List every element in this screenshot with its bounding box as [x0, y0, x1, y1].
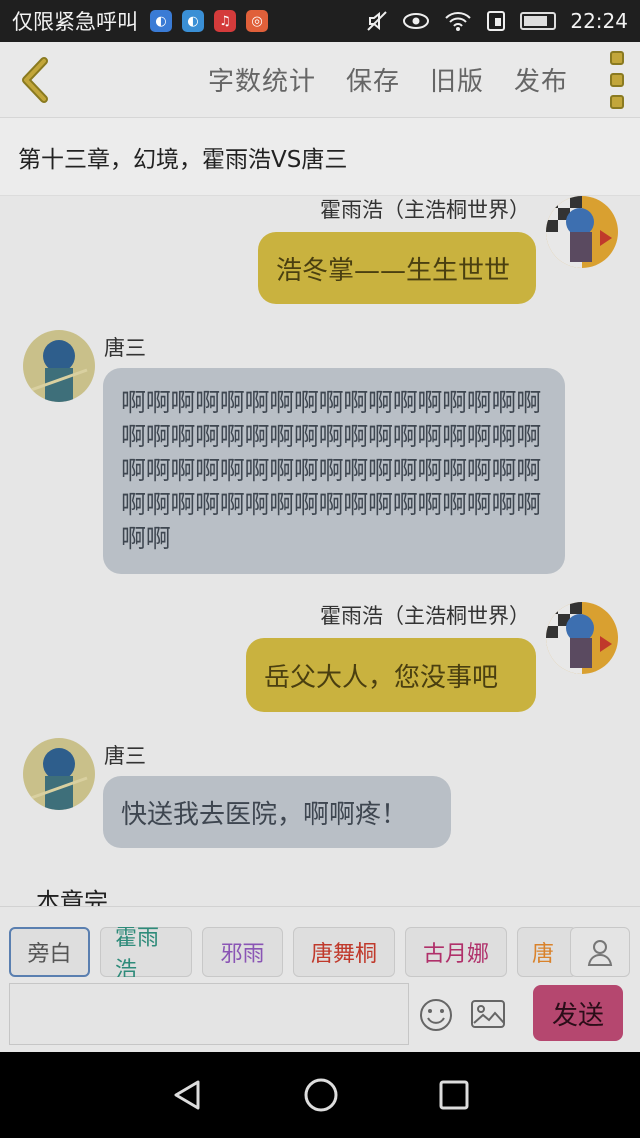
system-nav-bar [0, 1052, 640, 1138]
clock: 22:24 [570, 9, 628, 33]
avatar-huo-yuhao[interactable] [546, 602, 618, 674]
browser-icon: ◐ [182, 10, 204, 32]
old-version-button[interactable]: 旧版 [430, 61, 484, 98]
speaker-name: 霍雨浩（主浩桐世界） [320, 604, 530, 628]
eye-icon [403, 13, 430, 29]
back-button[interactable] [0, 42, 70, 118]
image-button[interactable] [470, 999, 506, 1033]
menu-dot-icon [610, 94, 624, 109]
browser-icon: ◐ [150, 10, 172, 32]
menu-dot-icon [610, 72, 624, 87]
character-selector: 旁白 霍雨浩 邪雨 唐舞桐 古月娜 唐 [9, 927, 579, 977]
speaker-name: 唐三 [104, 744, 146, 768]
speaker-name: 霍雨浩（主浩桐世界） [320, 198, 530, 222]
wifi-icon [445, 12, 472, 31]
chapter-end-text: 本章完 [36, 888, 108, 906]
sim-icon [487, 11, 506, 31]
avatar-huo-yuhao[interactable] [546, 196, 618, 268]
publish-button[interactable]: 发布 [514, 61, 568, 98]
chat-area[interactable]: 霍雨浩（主浩桐世界） 浩冬掌——生生世世 唐三 啊啊啊啊啊啊啊啊啊啊啊啊啊啊啊啊… [0, 196, 640, 906]
character-chip-narrator[interactable]: 旁白 [9, 927, 90, 977]
word-count-button[interactable]: 字数统计 [208, 61, 316, 98]
character-chip[interactable]: 古月娜 [405, 927, 507, 977]
speaker-name: 唐三 [104, 336, 146, 360]
music-icon: ♫ [214, 10, 236, 32]
message-bubble[interactable]: 快送我去医院，啊啊疼！ [103, 776, 451, 848]
smiley-icon [420, 999, 452, 1031]
avatar-tang-san[interactable] [23, 738, 95, 810]
character-chip[interactable]: 唐舞桐 [293, 927, 395, 977]
character-chip[interactable]: 邪雨 [202, 927, 283, 977]
message-input[interactable] [9, 983, 409, 1045]
carrier-text: 仅限紧急呼叫 [12, 10, 138, 34]
person-icon [587, 940, 613, 966]
notification-icons: ◐ ◐ ♫ ◎ [150, 10, 268, 32]
back-triangle-icon[interactable] [170, 1078, 204, 1112]
status-bar: 仅限紧急呼叫 ◐ ◐ ♫ ◎ 22:24 [0, 0, 640, 42]
top-toolbar: 字数统计 保存 旧版 发布 [0, 42, 640, 118]
message-bubble[interactable]: 啊啊啊啊啊啊啊啊啊啊啊啊啊啊啊啊啊啊啊啊啊啊啊啊啊啊啊啊啊啊啊啊啊啊啊啊啊啊啊啊… [103, 368, 565, 574]
chapter-title[interactable]: 第十三章，幻境，霍雨浩VS唐三 [0, 118, 640, 196]
add-character-button[interactable] [570, 927, 630, 977]
recents-square-icon[interactable] [438, 1079, 470, 1111]
app-icon: ◎ [246, 10, 268, 32]
more-menu-button[interactable] [594, 42, 640, 118]
character-chip[interactable]: 霍雨浩 [100, 927, 192, 977]
send-button[interactable]: 发送 [533, 985, 623, 1041]
home-circle-icon[interactable] [303, 1077, 339, 1113]
mute-icon [367, 11, 388, 31]
chevron-left-icon [22, 56, 48, 103]
image-icon [471, 1000, 505, 1028]
avatar-tang-san[interactable] [23, 330, 95, 402]
emoji-button[interactable] [418, 997, 454, 1037]
save-button[interactable]: 保存 [346, 61, 400, 98]
character-chip[interactable]: 唐 [517, 927, 577, 977]
battery-icon [520, 12, 557, 30]
menu-dot-icon [610, 50, 624, 65]
message-bubble[interactable]: 岳父大人，您没事吧 [246, 638, 536, 712]
message-bubble[interactable]: 浩冬掌——生生世世 [258, 232, 536, 304]
input-bar: 旁白 霍雨浩 邪雨 唐舞桐 古月娜 唐 发送 [0, 906, 640, 1052]
